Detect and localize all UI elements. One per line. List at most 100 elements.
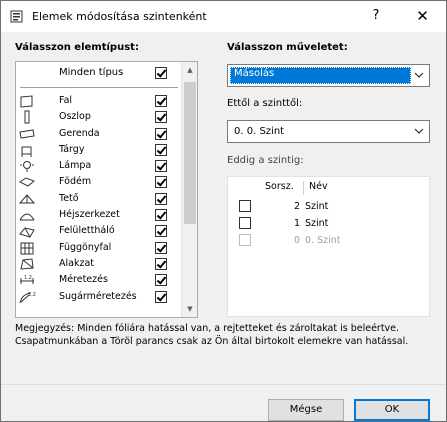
element-type-checkbox[interactable]	[155, 225, 167, 238]
ok-button[interactable]: OK	[354, 399, 430, 421]
to-level-table[interactable]: Sorsz. Név 2 Szint 1 Szint 0 0. Szint	[227, 176, 430, 317]
help-button[interactable]: ?	[366, 6, 386, 26]
element-type-label: Oszlop	[59, 111, 91, 123]
all-types-checkbox[interactable]	[155, 67, 167, 79]
lamp-icon	[20, 161, 34, 173]
element-type-label: Felülettháló	[59, 225, 115, 237]
element-type-checkbox[interactable]	[155, 143, 167, 156]
level-number: 2	[293, 201, 300, 212]
roof-icon	[18, 194, 36, 204]
from-level-heading: Ettől a szinttől:	[227, 98, 303, 109]
shell-icon	[19, 213, 35, 221]
element-type-row[interactable]: Függönyfal	[16, 240, 181, 256]
level-number: 0	[293, 235, 300, 246]
element-type-label: Alakzat	[59, 257, 94, 269]
element-type-row[interactable]: Lámpa	[16, 158, 181, 174]
element-type-label: Függönyfal	[59, 241, 112, 253]
element-type-label: Födém	[59, 176, 92, 188]
level-row[interactable]: 2 Szint	[228, 198, 429, 215]
mesh-icon	[19, 227, 35, 238]
element-type-checkbox[interactable]	[155, 209, 167, 222]
element-type-row[interactable]: Gerenda	[16, 126, 181, 142]
element-type-checkbox[interactable]	[155, 95, 167, 107]
object-icon	[21, 146, 32, 157]
element-rows: Fal Oszlop Gerenda Tárgy Lámpa Födém Tető Héjsz…	[16, 93, 181, 305]
title-bar: Elemek módosítása szintenként ? ✕	[1, 1, 446, 32]
element-type-label: Lámpa	[59, 160, 92, 172]
app-icon	[10, 10, 23, 23]
dimension-icon: 1.2	[20, 275, 34, 285]
element-type-label: Tető	[59, 192, 79, 204]
column-icon	[24, 110, 30, 124]
chevron-down-icon	[414, 128, 424, 134]
all-types-label: Minden típus	[59, 67, 124, 78]
scroll-down-icon[interactable]: ▼	[182, 301, 197, 317]
element-type-checkbox[interactable]	[155, 290, 167, 303]
radial-dimension-icon: 1.2	[19, 292, 36, 303]
beam-icon	[19, 129, 35, 139]
element-type-checkbox[interactable]	[155, 176, 167, 189]
element-type-row[interactable]: 1.2 Sugárméretezés	[16, 289, 181, 305]
chevron-down-icon	[414, 72, 424, 78]
element-type-label: Sugárméretezés	[59, 290, 137, 302]
operation-value: Másolás	[234, 68, 275, 79]
level-checkbox	[239, 234, 251, 246]
scroll-thumb[interactable]	[184, 82, 196, 224]
column-header-name[interactable]: Név	[309, 181, 328, 192]
element-type-row[interactable]: Oszlop	[16, 109, 181, 125]
operation-heading: Válasszon műveletet:	[227, 42, 348, 53]
element-type-checkbox[interactable]	[155, 127, 167, 140]
note-text: Megjegyzés: Minden fóliára hatással van,…	[15, 323, 409, 347]
from-level-value: 0. 0. Szint	[234, 126, 285, 137]
button-bar: Mégse OK	[1, 384, 446, 421]
element-type-row[interactable]: Tárgy	[16, 142, 181, 158]
element-type-checkbox[interactable]	[155, 274, 167, 287]
svg-text:1.2: 1.2	[28, 292, 36, 298]
element-type-checkbox[interactable]	[155, 257, 167, 270]
element-type-label: Héjszerkezet	[59, 209, 120, 221]
element-type-row[interactable]: Héjszerkezet	[16, 207, 181, 223]
operation-select[interactable]: Másolás	[227, 64, 430, 87]
element-type-label: Méretezés	[59, 274, 108, 286]
element-type-checkbox[interactable]	[155, 111, 167, 124]
cancel-button[interactable]: Mégse	[268, 399, 344, 421]
element-type-list[interactable]: Minden típus Fal Oszlop Gerenda Tárgy Lámpa F…	[15, 61, 198, 318]
wall-icon	[20, 95, 33, 108]
window-title: Elemek módosítása szintenként	[32, 10, 207, 23]
element-type-row[interactable]: Felülettháló	[16, 223, 181, 239]
column-divider	[303, 181, 304, 195]
close-button[interactable]: ✕	[399, 1, 446, 32]
column-header-number[interactable]: Sorsz.	[265, 181, 294, 192]
element-type-row[interactable]: Födém	[16, 174, 181, 190]
from-level-select[interactable]: 0. 0. Szint	[227, 120, 430, 143]
element-type-heading: Válasszon elemtípust:	[15, 42, 139, 53]
level-row[interactable]: 1 Szint	[228, 215, 429, 232]
element-type-row[interactable]: Tető	[16, 191, 181, 207]
dialog-window: Elemek módosítása szintenként ? ✕ Válass…	[0, 0, 447, 422]
element-type-label: Gerenda	[59, 127, 100, 139]
slab-icon	[19, 177, 35, 188]
element-type-checkbox[interactable]	[155, 192, 167, 205]
level-row: 0 0. Szint	[228, 232, 429, 249]
element-type-checkbox[interactable]	[155, 160, 167, 173]
scroll-up-icon[interactable]: ▲	[182, 62, 197, 78]
element-type-row[interactable]: Fal	[16, 93, 181, 109]
svg-text:1.2: 1.2	[24, 275, 32, 281]
element-type-row[interactable]: 1.2 Méretezés	[16, 272, 181, 288]
level-name: 0. Szint	[305, 235, 341, 246]
level-checkbox[interactable]	[239, 217, 251, 229]
element-type-label: Tárgy	[59, 143, 85, 155]
all-types-row[interactable]: Minden típus	[16, 62, 181, 84]
level-checkbox[interactable]	[239, 200, 251, 212]
list-divider	[20, 87, 178, 88]
curtain-wall-icon	[20, 242, 34, 255]
level-name: Szint	[305, 201, 329, 212]
morph-icon	[20, 258, 34, 270]
list-scrollbar[interactable]: ▲ ▼	[181, 62, 197, 317]
element-type-label: Fal	[59, 95, 73, 106]
to-level-heading: Eddig a szintig:	[227, 155, 304, 166]
level-name: Szint	[305, 218, 329, 229]
element-type-checkbox[interactable]	[155, 241, 167, 254]
element-type-row[interactable]: Alakzat	[16, 256, 181, 272]
level-number: 1	[293, 218, 300, 229]
